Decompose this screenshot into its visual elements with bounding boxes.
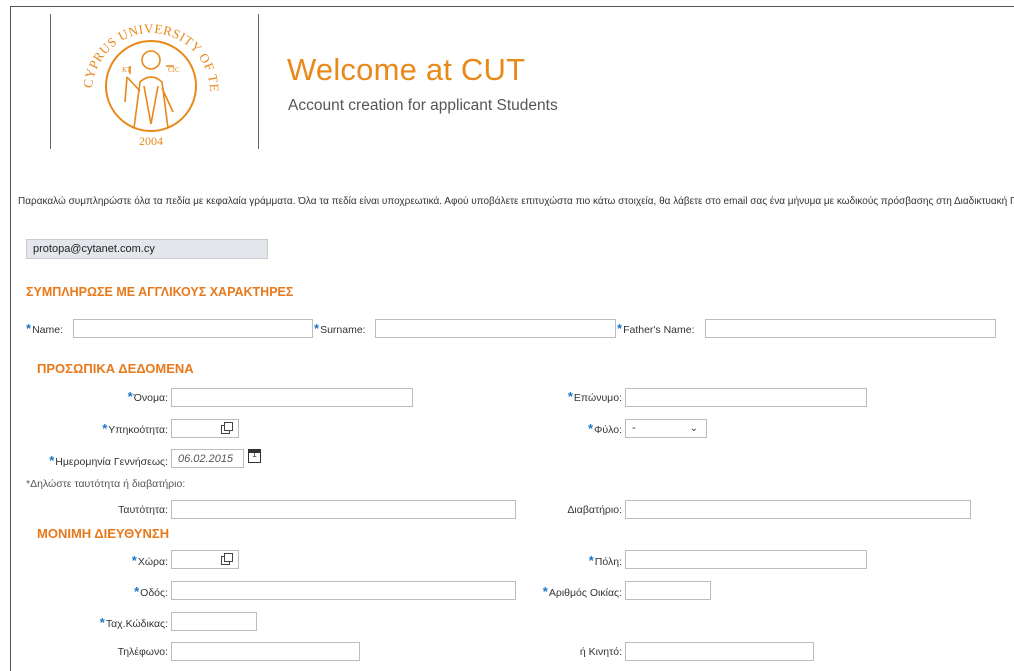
frame-border-top xyxy=(10,6,1014,7)
onoma-input[interactable] xyxy=(171,388,413,407)
surname-input[interactable] xyxy=(375,319,616,338)
fathers-name-label: *Father's Name: xyxy=(617,321,695,336)
birthdate-label: *Ημερομηνία Γεννήσεως: xyxy=(49,453,168,468)
poli-input[interactable] xyxy=(625,550,867,569)
calendar-icon[interactable]: 1 xyxy=(248,449,261,463)
svg-text:CIC: CIC xyxy=(168,66,180,74)
section-permanent-address: ΜΟΝΙΜΗ ΔΙΕΥΘΥΝΣΗ xyxy=(37,526,170,541)
eponymo-label: *Επώνυμο: xyxy=(567,389,622,404)
email-field: protopa@cytanet.com.cy xyxy=(26,239,268,259)
tk-label: *Ταχ.Κώδικας: xyxy=(99,615,168,630)
tk-input[interactable] xyxy=(171,612,257,631)
tilefono-input[interactable] xyxy=(171,642,360,661)
ypikootita-label: *Υπηκοότητα: xyxy=(102,421,168,436)
logo-year: 2004 xyxy=(139,134,163,148)
logo-text: CYPRUS UNIVERSITY OF TECHNOLOGY xyxy=(78,16,222,93)
onoma-label: *Όνομα: xyxy=(127,389,168,404)
value-help-icon[interactable] xyxy=(221,422,233,434)
tilefono-label: Τηλέφωνο: xyxy=(117,646,168,658)
kinito-input[interactable] xyxy=(625,642,814,661)
tautotita-label: Ταυτότητα: xyxy=(118,504,168,516)
section-personal-data: ΠΡΟΣΩΠΙΚΑ ΔΕΔΟΜΕΝΑ xyxy=(37,361,194,376)
page-title: Welcome at CUT xyxy=(287,52,526,87)
diavatirio-input[interactable] xyxy=(625,500,971,519)
arithmos-label: *Αριθμός Οικίας: xyxy=(542,584,622,599)
svg-text:CYPRUS UNIVERSITY OF TECHNOLOG: CYPRUS UNIVERSITY OF TECHNOLOGY xyxy=(78,16,222,93)
diavatirio-label: Διαβατήριο: xyxy=(567,504,622,516)
name-label: *Name: xyxy=(26,321,63,336)
arithmos-input[interactable] xyxy=(625,581,711,600)
svg-text:ΚΤ: ΚΤ xyxy=(122,66,132,74)
odos-label: *Οδός: xyxy=(134,584,168,599)
fathers-name-input[interactable] xyxy=(705,319,996,338)
fylo-selected-value: - xyxy=(632,422,636,434)
value-help-icon[interactable] xyxy=(221,553,233,565)
tautotita-input[interactable] xyxy=(171,500,516,519)
required-marker: * xyxy=(26,321,32,336)
university-logo: CYPRUS UNIVERSITY OF TECHNOLOGY ΚΤ CIC 2… xyxy=(78,16,222,148)
surname-label: *Surname: xyxy=(314,321,366,336)
name-input[interactable] xyxy=(73,319,313,338)
header-divider-left xyxy=(50,14,51,149)
eponymo-input[interactable] xyxy=(625,388,867,407)
page-subtitle: Account creation for applicant Students xyxy=(288,97,558,114)
poli-label: *Πόλη: xyxy=(588,553,622,568)
xora-input[interactable] xyxy=(171,550,239,569)
instructions-text: Παρακαλώ συμπληρώστε όλα τα πεδία με κεφ… xyxy=(18,196,1014,207)
ypikootita-input[interactable] xyxy=(171,419,239,438)
fylo-select[interactable]: - ⌄ xyxy=(625,419,707,438)
header-divider-right xyxy=(258,14,259,149)
frame-border-left xyxy=(10,6,11,671)
chevron-down-icon: ⌄ xyxy=(689,423,698,434)
birthdate-input[interactable]: 06.02.2015 xyxy=(171,449,244,468)
xora-label: *Χώρα: xyxy=(131,553,168,568)
odos-input[interactable] xyxy=(171,581,516,600)
kinito-label: ή Κινητό: xyxy=(579,646,622,658)
fylo-label: *Φύλο: xyxy=(587,421,622,436)
id-note: *Δηλώστε ταυτότητα ή διαβατήριο: xyxy=(26,478,186,490)
section-english-characters: ΣΥΜΠΛΗΡΩΣΕ ΜΕ ΑΓΓΛΙΚΟΥΣ ΧΑΡΑΚΤΗΡΕΣ xyxy=(26,285,294,299)
